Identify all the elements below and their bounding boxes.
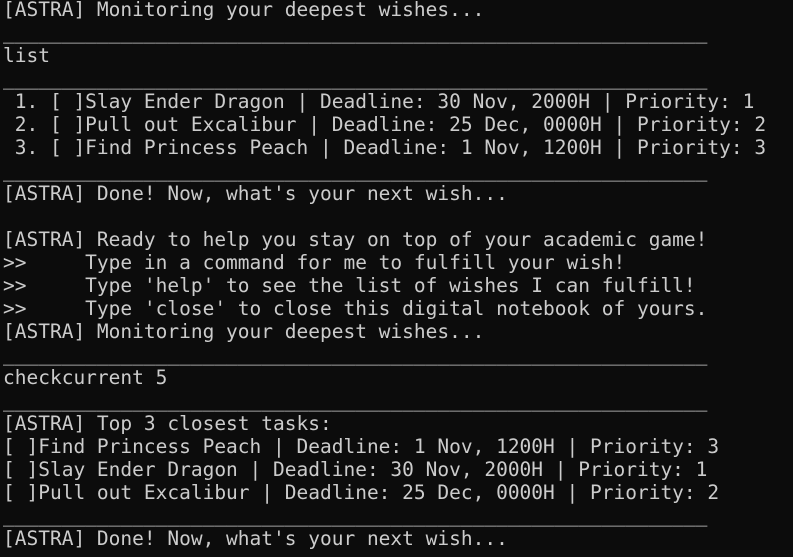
separator-line: ________________________________________… <box>3 389 708 412</box>
help-hint-line: >> Type 'close' to close this digital no… <box>3 297 708 320</box>
task-list-item: 1. [ ]Slay Ender Dragon | Deadline: 30 N… <box>3 90 755 113</box>
astra-prompt-line: [ASTRA] Monitoring your deepest wishes..… <box>3 0 485 21</box>
separator-line: ________________________________________… <box>3 504 708 527</box>
help-hint-line: >> Type 'help' to see the list of wishes… <box>3 274 696 297</box>
separator-line: ________________________________________… <box>3 159 708 182</box>
help-hint-line: >> Type in a command for me to fulfill y… <box>3 251 626 274</box>
separator-line: ________________________________________… <box>3 67 708 90</box>
task-list-item: 2. [ ]Pull out Excalibur | Deadline: 25 … <box>3 113 767 136</box>
astra-result-header: [ASTRA] Top 3 closest tasks: <box>3 412 332 435</box>
user-command-line: list <box>3 44 50 67</box>
separator-line: ________________________________________… <box>3 343 708 366</box>
astra-welcome-line: [ASTRA] Ready to help you stay on top of… <box>3 228 708 251</box>
closest-task-item: [ ]Pull out Excalibur | Deadline: 25 Dec… <box>3 481 720 504</box>
astra-done-line: [ASTRA] Done! Now, what's your next wish… <box>3 182 508 205</box>
closest-task-item: [ ]Find Princess Peach | Deadline: 1 Nov… <box>3 435 720 458</box>
task-list-item: 3. [ ]Find Princess Peach | Deadline: 1 … <box>3 136 767 159</box>
closest-task-item: [ ]Slay Ender Dragon | Deadline: 30 Nov,… <box>3 458 708 481</box>
separator-line: ________________________________________… <box>3 21 708 44</box>
terminal-output[interactable]: [ASTRA] Monitoring your deepest wishes..… <box>0 0 793 557</box>
user-command-line: checkcurrent 5 <box>3 366 168 389</box>
astra-done-line: [ASTRA] Done! Now, what's your next wish… <box>3 527 508 550</box>
astra-prompt-line: [ASTRA] Monitoring your deepest wishes..… <box>3 320 485 343</box>
